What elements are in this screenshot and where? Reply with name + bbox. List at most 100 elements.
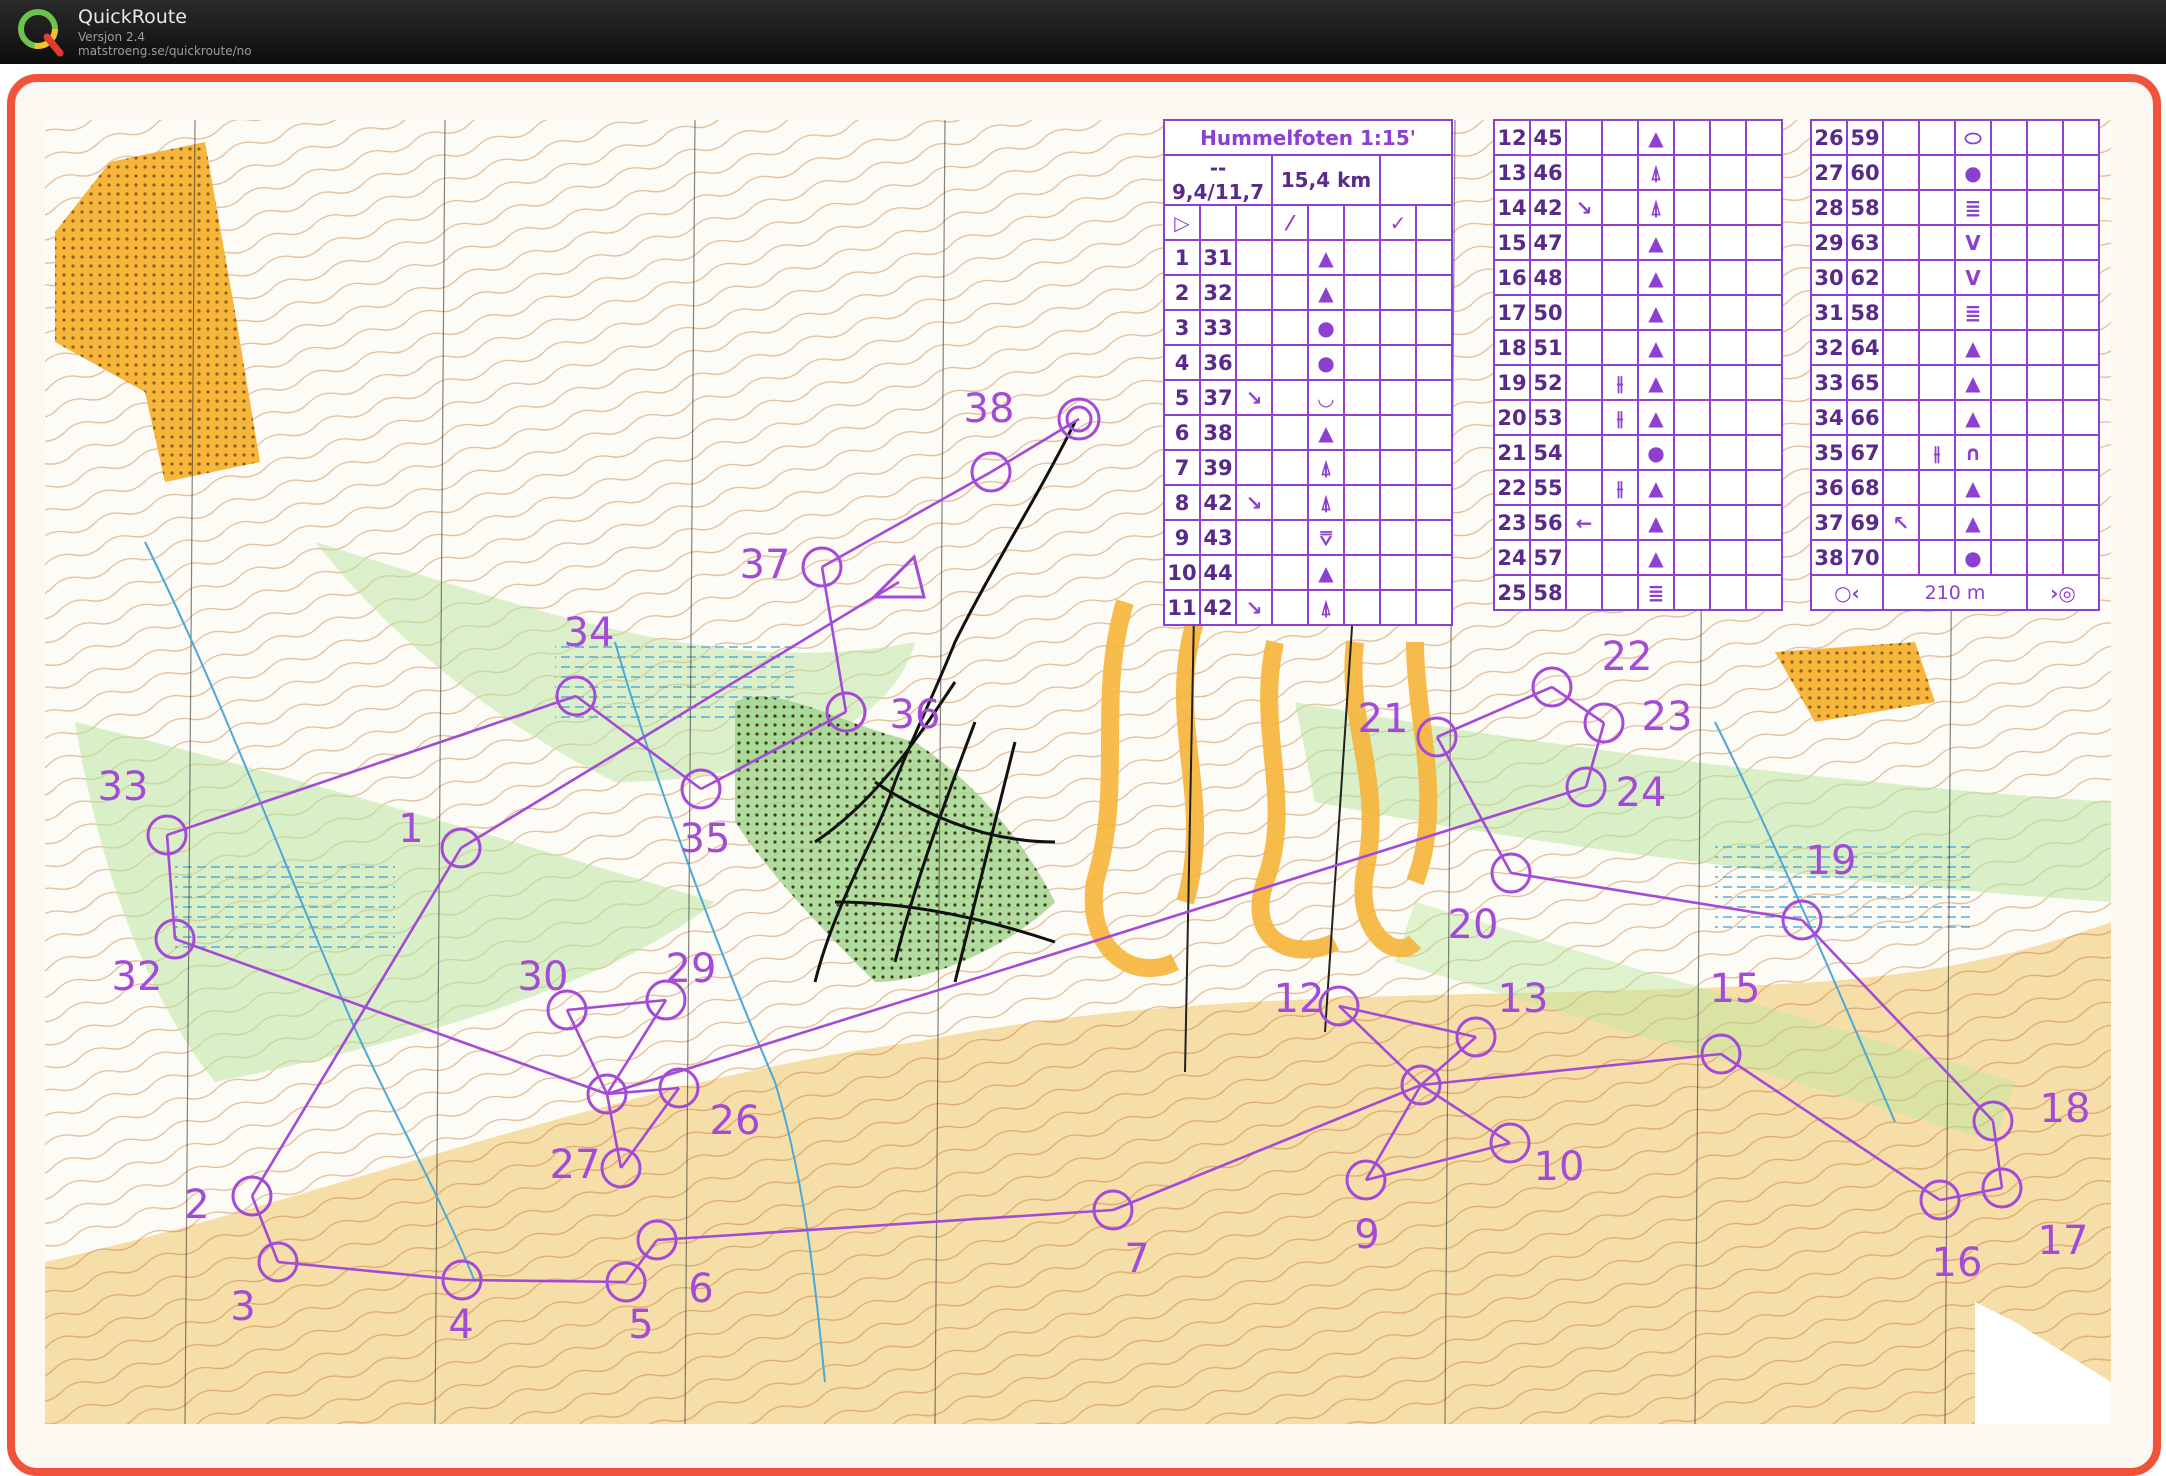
blank <box>1990 504 2028 541</box>
control-code: 60 <box>1846 154 1884 191</box>
blank <box>2062 329 2100 366</box>
direction-icon <box>1235 274 1273 311</box>
control-code: 53 <box>1529 399 1567 436</box>
blank <box>2062 224 2100 261</box>
direction-icon <box>1565 399 1603 436</box>
control-number: 20 <box>1493 399 1531 436</box>
feature-icon: ⫲ <box>1601 469 1639 506</box>
feature-symbol-icon: ◡ <box>1307 379 1345 416</box>
blank <box>1709 259 1747 296</box>
blank <box>1709 294 1747 331</box>
app-version: Versjon 2.4 <box>78 30 146 44</box>
blank <box>1379 344 1417 381</box>
blank <box>1343 239 1381 276</box>
feature-icon <box>1601 434 1639 471</box>
control-code: 36 <box>1199 344 1237 381</box>
blank <box>1709 154 1747 191</box>
control-number-label: 2 <box>184 1182 209 1228</box>
control-number: 36 <box>1810 469 1848 506</box>
control-row: 19 52 ⫲ ▲ <box>1493 364 1783 401</box>
control-row: 3 33 ● <box>1163 309 1453 346</box>
blank <box>1745 189 1783 226</box>
feature-symbol-icon: ▲ <box>1954 399 1992 436</box>
blank <box>2026 469 2064 506</box>
control-number-label: 24 <box>1616 770 1667 816</box>
blank <box>1673 364 1711 401</box>
control-number: 24 <box>1493 539 1531 576</box>
blank <box>1415 414 1453 451</box>
feature-icon <box>1918 469 1956 506</box>
blank <box>2026 364 2064 401</box>
control-row: 1 31 ▲ <box>1163 239 1453 276</box>
blank <box>1343 484 1381 521</box>
blank <box>1709 224 1747 261</box>
blank <box>1673 224 1711 261</box>
blank <box>1745 154 1783 191</box>
blank <box>1745 364 1783 401</box>
blank <box>2026 539 2064 576</box>
blank <box>2026 189 2064 226</box>
direction-icon: ↖ <box>1882 504 1920 541</box>
blank <box>1379 414 1417 451</box>
control-row: 25 58 ≣ <box>1493 574 1783 611</box>
feature-symbol-icon: ▲ <box>1637 224 1675 261</box>
control-row: 7 39 ⍋ <box>1163 449 1453 486</box>
control-number: 12 <box>1493 119 1531 156</box>
direction-icon: ↘ <box>1235 589 1273 626</box>
feature-symbol-icon: ● <box>1954 539 1992 576</box>
feature-icon <box>1271 344 1309 381</box>
direction-icon <box>1882 469 1920 506</box>
control-code: 42 <box>1529 189 1567 226</box>
control-code: 32 <box>1199 274 1237 311</box>
control-number: 7 <box>1163 449 1201 486</box>
control-number-label: 9 <box>1354 1212 1379 1258</box>
control-number: 34 <box>1810 399 1848 436</box>
blank <box>1745 329 1783 366</box>
blank <box>1745 259 1783 296</box>
feature-icon <box>1918 504 1956 541</box>
control-number: 5 <box>1163 379 1201 416</box>
blank <box>1343 309 1381 346</box>
direction-icon <box>1565 119 1603 156</box>
direction-icon <box>1235 554 1273 591</box>
control-number: 31 <box>1810 294 1848 331</box>
feature-icon <box>1601 154 1639 191</box>
direction-icon <box>1565 574 1603 611</box>
start-symbol-icon: ▷ <box>1163 204 1201 241</box>
control-code: 50 <box>1529 294 1567 331</box>
feature-icon <box>1601 189 1639 226</box>
control-row: 30 62 V <box>1810 259 2100 296</box>
control-code: 69 <box>1846 504 1884 541</box>
feature-icon <box>1271 589 1309 626</box>
feature-symbol-icon: V <box>1954 259 1992 296</box>
feature-symbol-icon: ▲ <box>1637 119 1675 156</box>
control-number-label: 6 <box>688 1266 713 1312</box>
blank <box>1745 294 1783 331</box>
control-row: 13 46 ⍋ <box>1493 154 1783 191</box>
control-number-label: 4 <box>448 1302 473 1348</box>
control-row: 11 42 ↘ ⍋ <box>1163 589 1453 626</box>
blank <box>1745 224 1783 261</box>
blank <box>1990 189 2028 226</box>
control-row: 27 60 ● <box>1810 154 2100 191</box>
blank <box>2062 539 2100 576</box>
direction-icon <box>1882 399 1920 436</box>
direction-icon <box>1565 434 1603 471</box>
control-code: 58 <box>1846 189 1884 226</box>
feature-icon <box>1918 259 1956 296</box>
direction-icon <box>1235 344 1273 381</box>
control-row: 29 63 V <box>1810 224 2100 261</box>
blank <box>2062 504 2100 541</box>
feature-symbol-icon: ≣ <box>1637 574 1675 611</box>
control-number: 6 <box>1163 414 1201 451</box>
control-row: 15 47 ▲ <box>1493 224 1783 261</box>
control-number-label: 34 <box>564 610 615 656</box>
control-number-label: 22 <box>1602 634 1653 680</box>
control-row: 18 51 ▲ <box>1493 329 1783 366</box>
control-number-label: 33 <box>98 764 149 810</box>
blank <box>2062 364 2100 401</box>
control-number-label: 38 <box>964 386 1015 432</box>
control-row: 33 65 ▲ <box>1810 364 2100 401</box>
control-code: 63 <box>1846 224 1884 261</box>
control-number: 25 <box>1493 574 1531 611</box>
